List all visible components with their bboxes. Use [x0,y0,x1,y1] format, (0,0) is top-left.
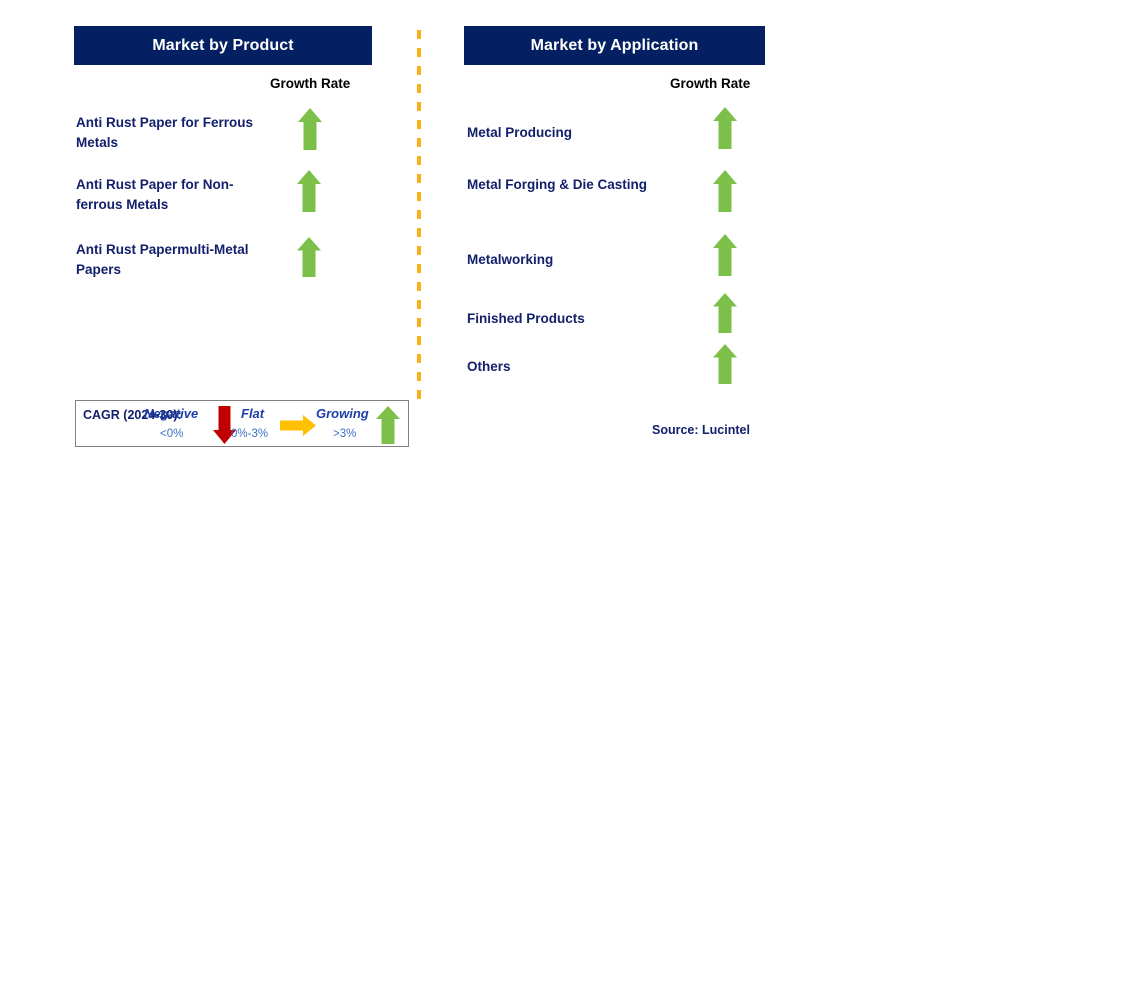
panel-header-market-by-application: Market by Application [464,26,765,65]
legend-range-flat: 0%-3% [231,428,269,440]
arrow-up-icon [712,233,738,277]
panel-header-market-by-product: Market by Product [74,26,372,65]
arrow-up-icon [375,405,401,445]
list-item-label: Anti Rust Paper for Non-ferrous Metals [76,177,234,212]
legend-range-negative: <0% [160,428,184,440]
list-item-label: Others [467,359,511,374]
arrow-up-icon [712,169,738,213]
cagr-legend: CAGR (2024-30): Negative <0% Flat 0%-3% … [75,400,409,447]
list-item-label: Anti Rust Papermulti-Metal Papers [76,242,249,277]
vertical-dashed-divider [417,30,421,402]
legend-label-growing: Growing [316,406,369,421]
growth-rate-label-application: Growth Rate [670,76,751,91]
list-item-label: Anti Rust Paper for Ferrous Metals [76,115,254,150]
arrow-up-icon [296,169,322,213]
list-item-label: Metal Producing [467,125,573,140]
arrow-up-icon [712,292,738,334]
panel-title-text: Market by Application [530,36,699,54]
panel-title-text: Market by Product [152,36,294,54]
arrow-right-icon [279,414,317,437]
growth-rate-label-product: Growth Rate [270,76,351,91]
arrow-up-icon [712,343,738,385]
legend-label-flat: Flat [241,406,265,421]
arrow-up-icon [296,236,322,278]
list-item-label: Finished Products [467,311,585,326]
arrow-up-icon [712,106,738,150]
legend-range-growing: >3% [333,428,357,440]
arrow-up-icon [297,107,323,151]
legend-label-negative: Negative [144,406,199,421]
list-item-label: Metalworking [467,252,554,267]
list-item-label: Metal Forging & Die Casting [467,177,648,192]
source-attribution: Source: Lucintel [652,423,750,437]
